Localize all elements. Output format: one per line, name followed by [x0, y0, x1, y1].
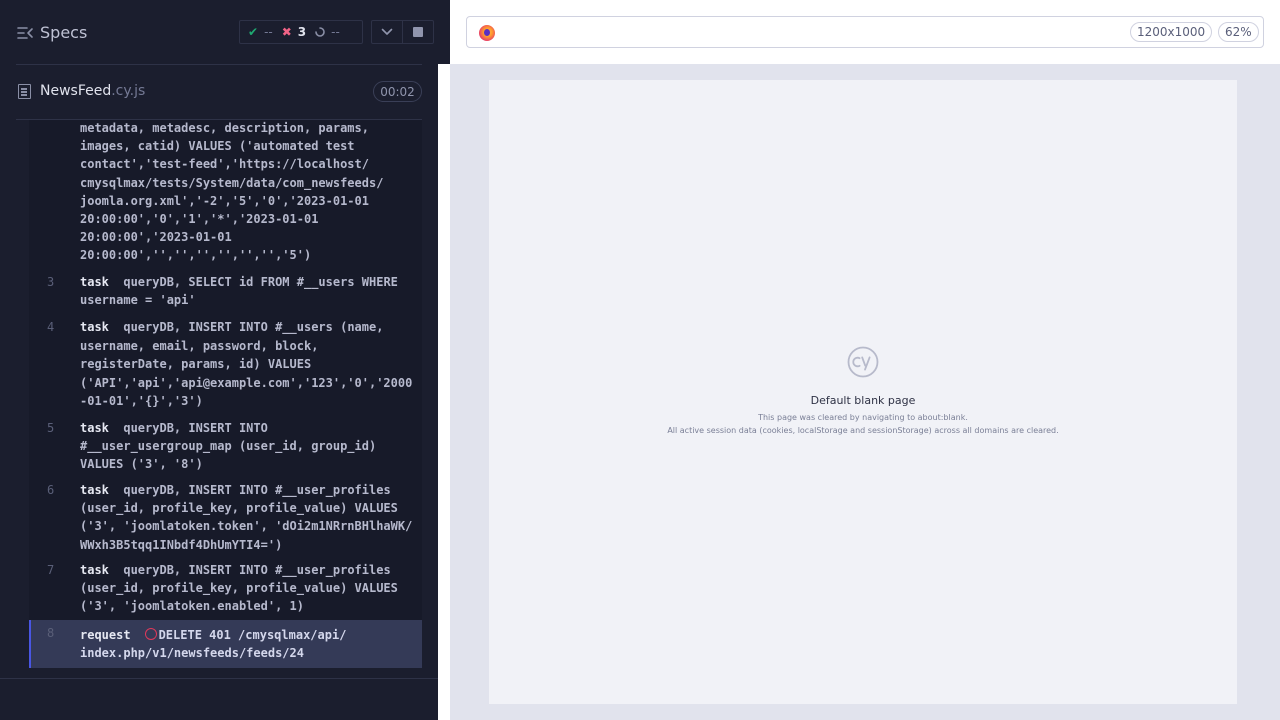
browser-icon[interactable]	[479, 25, 495, 41]
command-name: request	[80, 628, 131, 642]
command-row[interactable]: 5 task queryDB, INSERT INTO #__user_userg…	[29, 420, 422, 476]
expand-button[interactable]	[372, 21, 402, 43]
header-divider	[16, 64, 422, 65]
command-name: task	[80, 320, 109, 334]
specs-title[interactable]: Specs	[40, 23, 87, 42]
command-row-active[interactable]: 8 request DELETE 401 /cmysqlmax/api/index…	[29, 620, 422, 668]
check-icon: ✔	[248, 25, 259, 39]
test-stats: ✔ -- ✖ 3 --	[239, 20, 363, 44]
spinner-icon	[315, 27, 325, 37]
command-row[interactable]: 6 task queryDB, INSERT INTO #__user_prof…	[29, 482, 422, 556]
viewport-size-badge[interactable]: 1200x1000	[1130, 22, 1213, 42]
command-number: 7	[47, 563, 55, 577]
blank-page-message: All active session data (cookies, localS…	[667, 426, 1059, 435]
passed-count: --	[264, 25, 273, 39]
command-row[interactable]: 4 task queryDB, INSERT INTO #__users (na…	[29, 319, 422, 413]
command-row[interactable]: 7 task queryDB, INSERT INTO #__user_prof…	[29, 562, 422, 618]
failed-count: 3	[297, 25, 307, 39]
command-row[interactable]: metadata, metadesc, description, params,…	[29, 120, 422, 266]
bottom-divider	[0, 678, 438, 679]
command-text: request DELETE 401 /cmysqlmax/api/index.p…	[80, 628, 347, 661]
error-ring-icon	[144, 628, 157, 640]
command-message: metadata, metadesc, description, params,…	[80, 121, 384, 263]
app-under-test-frame[interactable]: Default blank page This page was cleared…	[489, 80, 1237, 704]
zoom-level-badge[interactable]: 62%	[1218, 22, 1259, 42]
x-icon: ✖	[281, 25, 292, 39]
command-text: task queryDB, INSERT INTO #__user_profil…	[80, 483, 413, 552]
spec-file-base: NewsFeed	[40, 83, 112, 99]
pending-count: --	[331, 25, 340, 39]
run-controls	[371, 20, 434, 44]
url-bar-area: 1200x1000 62%	[450, 0, 1280, 64]
app-preview: 1200x1000 62% Default blank page This pa…	[450, 0, 1280, 720]
command-number: 6	[47, 483, 55, 497]
spec-file-header[interactable]: NewsFeed.cy.js 00:02	[0, 72, 438, 112]
chevron-down-icon	[381, 28, 393, 35]
specs-header: Specs ✔ -- ✖ 3 --	[0, 0, 438, 64]
command-number: 8	[47, 626, 55, 640]
blank-page-title: Default blank page	[810, 394, 916, 407]
duration-badge: 00:02	[373, 81, 422, 102]
reporter-panel: Specs ✔ -- ✖ 3 -- NewsFeed.cy.js 00:02 m…	[0, 0, 438, 720]
stop-icon	[413, 27, 424, 37]
spec-file-ext: .cy.js	[111, 83, 146, 99]
command-row[interactable]: 3 task queryDB, SELECT id FROM #__users …	[29, 274, 422, 312]
file-icon	[18, 84, 31, 99]
command-text: task queryDB, INSERT INTO #__users (name…	[80, 320, 413, 409]
blank-page-message: This page was cleared by navigating to a…	[758, 413, 968, 422]
command-text: task queryDB, INSERT INTO #__user_profil…	[80, 563, 398, 614]
spec-file-name: NewsFeed.cy.js	[40, 83, 145, 99]
command-number: 3	[47, 275, 55, 289]
failed-stat: ✖ 3	[282, 25, 306, 39]
command-number: 4	[47, 320, 55, 334]
specs-toggle-icon[interactable]	[16, 24, 34, 42]
url-bar[interactable]: 1200x1000 62%	[466, 16, 1264, 48]
command-log: metadata, metadesc, description, params,…	[29, 120, 422, 668]
stop-button[interactable]	[402, 21, 433, 43]
command-name: task	[80, 421, 109, 435]
command-name: task	[80, 563, 109, 577]
command-number: 5	[47, 421, 55, 435]
command-text: task queryDB, SELECT id FROM #__users WH…	[80, 275, 398, 308]
passed-stat: ✔ --	[248, 25, 273, 39]
command-text: task queryDB, INSERT INTO #__user_usergro…	[80, 421, 377, 472]
command-name: task	[80, 275, 109, 289]
cypress-logo-icon	[847, 346, 879, 378]
pending-stat: --	[315, 25, 340, 39]
command-name: task	[80, 483, 109, 497]
